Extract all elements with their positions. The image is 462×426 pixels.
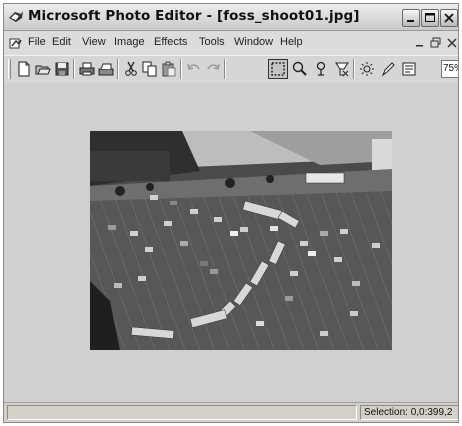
doc-minimize-icon[interactable] — [413, 36, 427, 50]
minimize-button[interactable] — [402, 9, 420, 27]
scan-icon — [98, 63, 114, 76]
toolbar-grip[interactable] — [8, 59, 11, 79]
smudge-button[interactable] — [311, 59, 331, 79]
redo-button[interactable] — [203, 59, 223, 79]
select-icon — [271, 62, 285, 76]
status-message-pane — [7, 405, 357, 420]
zoom-combobox[interactable]: 75% — [441, 60, 458, 78]
maximize-icon — [425, 13, 435, 22]
menu-image[interactable]: Image — [114, 36, 145, 48]
menu-effects[interactable]: Effects — [154, 36, 187, 48]
properties-icon — [402, 62, 416, 76]
properties-button[interactable] — [399, 59, 419, 79]
minimize-icon — [407, 20, 414, 22]
smudge-icon — [316, 61, 326, 76]
toolbar-separator — [73, 59, 75, 79]
photo-editor-window: Microsoft Photo Editor - [foss_shoot01.j… — [3, 3, 459, 423]
parking-lot-photo — [90, 131, 392, 350]
menu-window[interactable]: Window — [234, 36, 273, 48]
pen-icon — [381, 62, 395, 77]
save-button[interactable] — [52, 59, 72, 79]
pen-button[interactable] — [378, 59, 398, 79]
cut-button[interactable] — [121, 59, 141, 79]
copy-icon — [142, 61, 157, 77]
paste-button[interactable] — [159, 59, 179, 79]
save-icon — [55, 62, 69, 76]
new-button[interactable] — [14, 59, 34, 79]
menu-view[interactable]: View — [82, 36, 106, 48]
toolbar-separator — [353, 59, 355, 79]
toolbar-separator — [180, 59, 182, 79]
balance-icon — [360, 62, 374, 76]
menu-bar: File Edit View Image Effects Tools Windo… — [4, 31, 458, 55]
zoom-button[interactable] — [290, 59, 310, 79]
document-image[interactable] — [90, 131, 392, 350]
close-button[interactable] — [440, 9, 458, 27]
standard-toolbar: 75% — [4, 55, 458, 84]
zoom-icon — [292, 61, 307, 76]
transparent-button[interactable] — [332, 59, 352, 79]
toolbar-separator — [117, 59, 119, 79]
selection-status: Selection: 0,0:399,2 — [360, 405, 458, 420]
paste-icon — [162, 61, 176, 77]
print-icon — [79, 62, 95, 76]
balance-button[interactable] — [357, 59, 377, 79]
menu-file[interactable]: File — [28, 36, 46, 48]
transparent-icon — [335, 62, 349, 77]
copy-button[interactable] — [140, 59, 160, 79]
open-button[interactable] — [33, 59, 53, 79]
undo-icon — [187, 63, 200, 70]
doc-restore-icon[interactable] — [429, 36, 443, 50]
scan-button[interactable] — [96, 59, 116, 79]
document-area[interactable] — [4, 83, 458, 402]
cut-icon — [125, 61, 137, 76]
title-bar[interactable]: Microsoft Photo Editor - [foss_shoot01.j… — [4, 4, 458, 31]
close-icon — [444, 13, 454, 23]
doc-close-icon[interactable] — [445, 36, 459, 50]
menu-edit[interactable]: Edit — [52, 36, 71, 48]
undo-button[interactable] — [184, 59, 204, 79]
status-bar: Selection: 0,0:399,2 — [4, 402, 458, 422]
print-button[interactable] — [77, 59, 97, 79]
toolbar-separator — [224, 59, 226, 79]
maximize-button[interactable] — [421, 9, 439, 27]
window-title: Microsoft Photo Editor - [foss_shoot01.j… — [28, 8, 360, 24]
photo-editor-icon[interactable] — [8, 9, 24, 24]
redo-icon — [207, 63, 220, 70]
new-icon — [18, 61, 30, 77]
menu-help[interactable]: Help — [280, 36, 303, 48]
document-icon[interactable] — [9, 36, 23, 50]
open-icon — [35, 65, 51, 75]
select-button[interactable] — [268, 59, 288, 79]
menu-tools[interactable]: Tools — [199, 36, 225, 48]
